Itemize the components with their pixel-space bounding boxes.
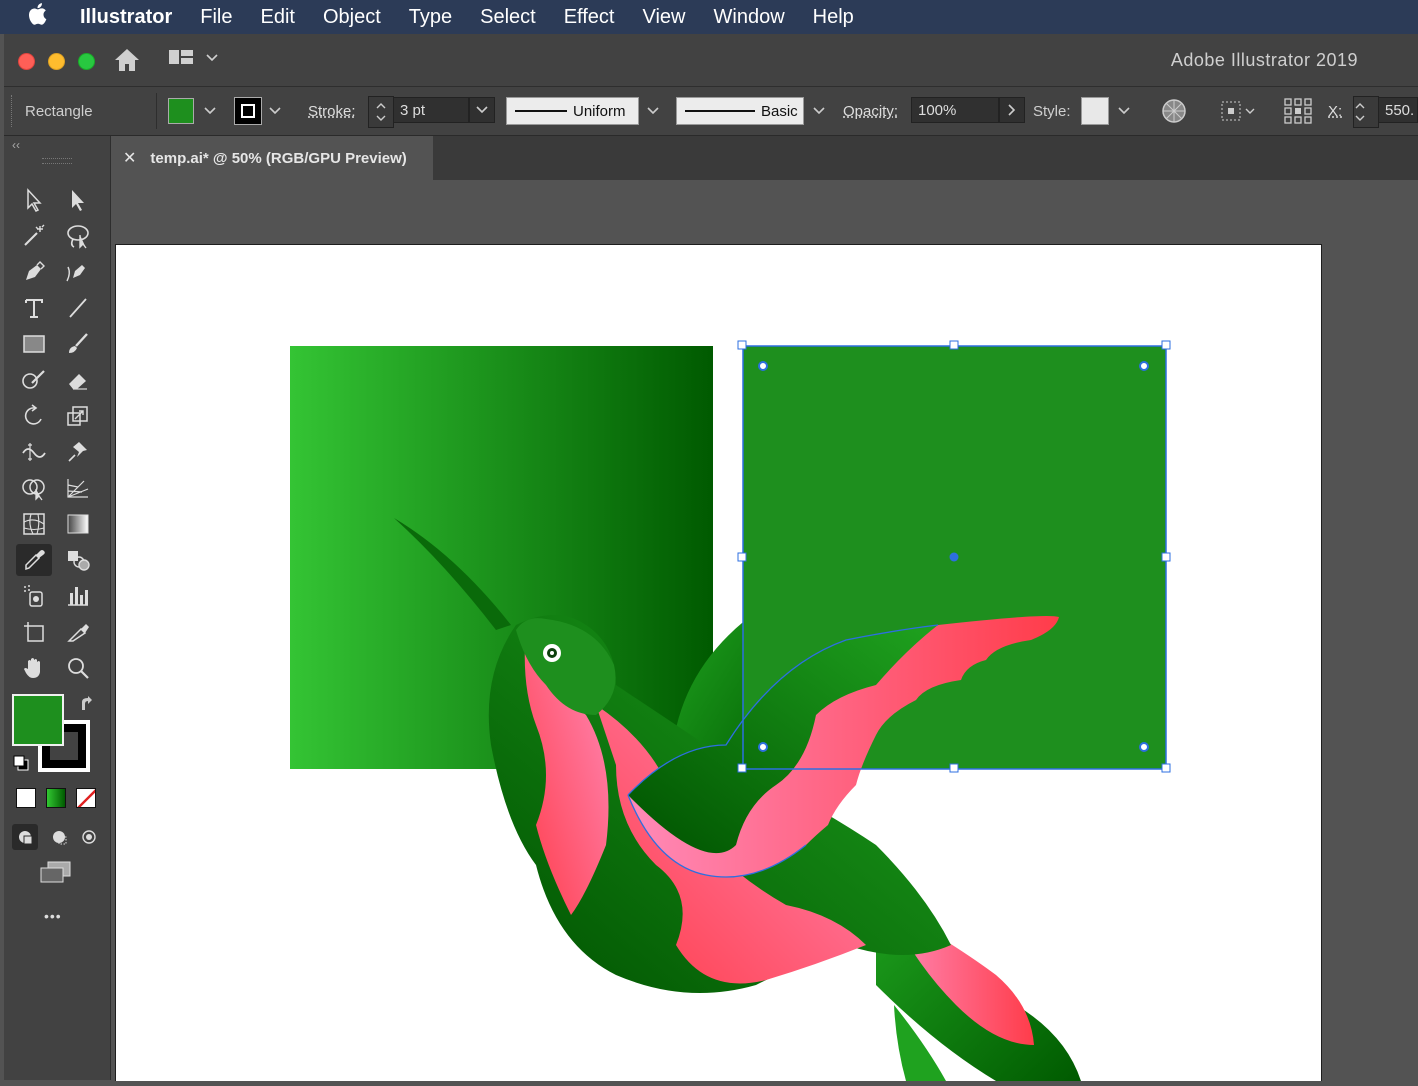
column-graph-tool-icon[interactable] <box>60 580 96 612</box>
stroke-weight-field[interactable]: 3 pt <box>393 97 469 123</box>
hand-tool-icon[interactable] <box>16 652 52 684</box>
shape-builder-tool-icon[interactable] <box>16 472 52 504</box>
menu-edit[interactable]: Edit <box>260 6 294 29</box>
panel-gripper[interactable] <box>42 158 72 164</box>
profile-dropdown[interactable] <box>644 97 662 125</box>
menu-type[interactable]: Type <box>409 6 452 29</box>
scale-tool-icon[interactable] <box>60 400 96 432</box>
close-window-button[interactable] <box>18 53 35 70</box>
menu-select[interactable]: Select <box>480 6 536 29</box>
divider <box>156 93 159 129</box>
apple-icon[interactable] <box>28 2 58 32</box>
selection-type-label: Rectangle <box>25 102 93 120</box>
fill-swatch-large[interactable] <box>12 694 64 746</box>
style-label: Style: <box>1033 102 1071 120</box>
home-icon[interactable] <box>112 46 142 74</box>
eyedropper-tool-icon[interactable] <box>16 544 52 576</box>
curvature-tool-icon[interactable] <box>60 256 96 288</box>
collapse-panel-icon[interactable]: ‹‹ <box>12 138 20 152</box>
stroke-label[interactable]: Stroke: <box>308 97 356 125</box>
opacity-label[interactable]: Opacity: <box>843 97 898 125</box>
canvas[interactable] <box>111 180 1418 1081</box>
rectangle-tool-icon[interactable] <box>16 328 52 360</box>
menu-help[interactable]: Help <box>813 6 854 29</box>
fill-dropdown[interactable] <box>201 97 219 125</box>
direct-selection-tool-icon[interactable] <box>60 184 96 216</box>
brush-definition[interactable]: Basic <box>676 97 804 125</box>
stroke-dropdown[interactable] <box>266 97 284 125</box>
rotate-tool-icon[interactable] <box>16 400 52 432</box>
mac-menu-bar: Illustrator File Edit Object Type Select… <box>0 0 1418 34</box>
artwork[interactable] <box>116 245 1321 1081</box>
variable-width-profile[interactable]: Uniform <box>506 97 639 125</box>
stroke-weight-stepper[interactable] <box>368 96 394 128</box>
line-segment-tool-icon[interactable] <box>60 292 96 324</box>
puppet-warp-tool-icon[interactable] <box>60 436 96 468</box>
draw-behind-icon[interactable] <box>46 824 72 850</box>
menu-object[interactable]: Object <box>323 6 381 29</box>
x-label[interactable]: X: <box>1328 97 1342 125</box>
opacity-arrow[interactable] <box>999 97 1025 123</box>
selection-tool-icon[interactable] <box>16 184 52 216</box>
zoom-tool-icon[interactable] <box>60 652 96 684</box>
edit-toolbar-button[interactable]: ••• <box>44 908 62 924</box>
app-menu[interactable]: Illustrator <box>80 6 172 29</box>
zoom-window-button[interactable] <box>78 53 95 70</box>
shaper-tool-icon[interactable] <box>16 364 52 396</box>
default-fill-stroke-icon[interactable] <box>12 754 30 777</box>
width-tool-icon[interactable] <box>16 436 52 468</box>
draw-normal-icon[interactable] <box>12 824 38 850</box>
symbol-sprayer-tool-icon[interactable] <box>16 580 52 612</box>
control-bar: Rectangle Stroke: 3 pt Uniform Basic Opa… <box>4 87 1418 136</box>
x-stepper[interactable] <box>1353 96 1379 128</box>
perspective-grid-tool-icon[interactable] <box>60 472 96 504</box>
document-tab-title: temp.ai* @ 50% (RGB/GPU Preview) <box>150 149 407 167</box>
magic-wand-tool-icon[interactable] <box>16 220 52 252</box>
draw-inside-icon[interactable] <box>76 824 102 850</box>
blend-tool-icon[interactable] <box>60 544 96 576</box>
color-mode-button[interactable] <box>16 788 36 808</box>
menu-file[interactable]: File <box>200 6 232 29</box>
style-dropdown[interactable] <box>1115 97 1133 125</box>
paintbrush-tool-icon[interactable] <box>60 328 96 360</box>
artboard-tool-icon[interactable] <box>16 616 52 648</box>
x-field[interactable]: 550. <box>1378 97 1418 123</box>
artboard[interactable] <box>115 244 1322 1081</box>
brush-label: Basic <box>761 102 798 120</box>
workspace-switcher[interactable] <box>167 46 227 72</box>
menu-effect[interactable]: Effect <box>564 6 615 29</box>
profile-label: Uniform <box>573 102 626 120</box>
document-tab[interactable]: ✕ temp.ai* @ 50% (RGB/GPU Preview) <box>111 136 433 180</box>
stroke-swatch[interactable] <box>234 97 262 125</box>
minimize-window-button[interactable] <box>48 53 65 70</box>
none-mode-button[interactable] <box>76 788 96 808</box>
lasso-tool-icon[interactable] <box>60 220 96 252</box>
menu-view[interactable]: View <box>643 6 686 29</box>
align-icon[interactable] <box>1219 97 1259 125</box>
fill-swatch[interactable] <box>168 97 198 125</box>
screen-mode-icon[interactable] <box>38 858 74 893</box>
window-titlebar: Adobe Illustrator 2019 <box>4 34 1418 87</box>
stroke-weight-dropdown[interactable] <box>469 97 495 123</box>
slice-tool-icon[interactable] <box>60 616 96 648</box>
eraser-tool-icon[interactable] <box>60 364 96 396</box>
gradient-mode-button[interactable] <box>46 788 66 808</box>
type-tool-icon[interactable] <box>16 292 52 324</box>
opacity-field[interactable]: 100% <box>911 97 999 123</box>
recolor-artwork-icon[interactable] <box>1161 97 1189 125</box>
close-tab-icon[interactable]: ✕ <box>123 148 136 168</box>
graphic-style-swatch[interactable] <box>1081 97 1109 125</box>
tools-panel: ‹‹ ••• <box>4 136 111 1080</box>
document-tab-bar: ✕ temp.ai* @ 50% (RGB/GPU Preview) <box>111 136 1418 180</box>
gradient-tool-icon[interactable] <box>60 508 96 540</box>
window-title: Adobe Illustrator 2019 <box>1170 50 1358 70</box>
menu-window[interactable]: Window <box>714 6 785 29</box>
gripper[interactable] <box>11 95 14 127</box>
transform-reference-icon[interactable] <box>1283 97 1315 125</box>
swap-fill-stroke-icon[interactable] <box>78 696 96 719</box>
brush-dropdown[interactable] <box>810 97 828 125</box>
pen-tool-icon[interactable] <box>16 256 52 288</box>
mesh-tool-icon[interactable] <box>16 508 52 540</box>
